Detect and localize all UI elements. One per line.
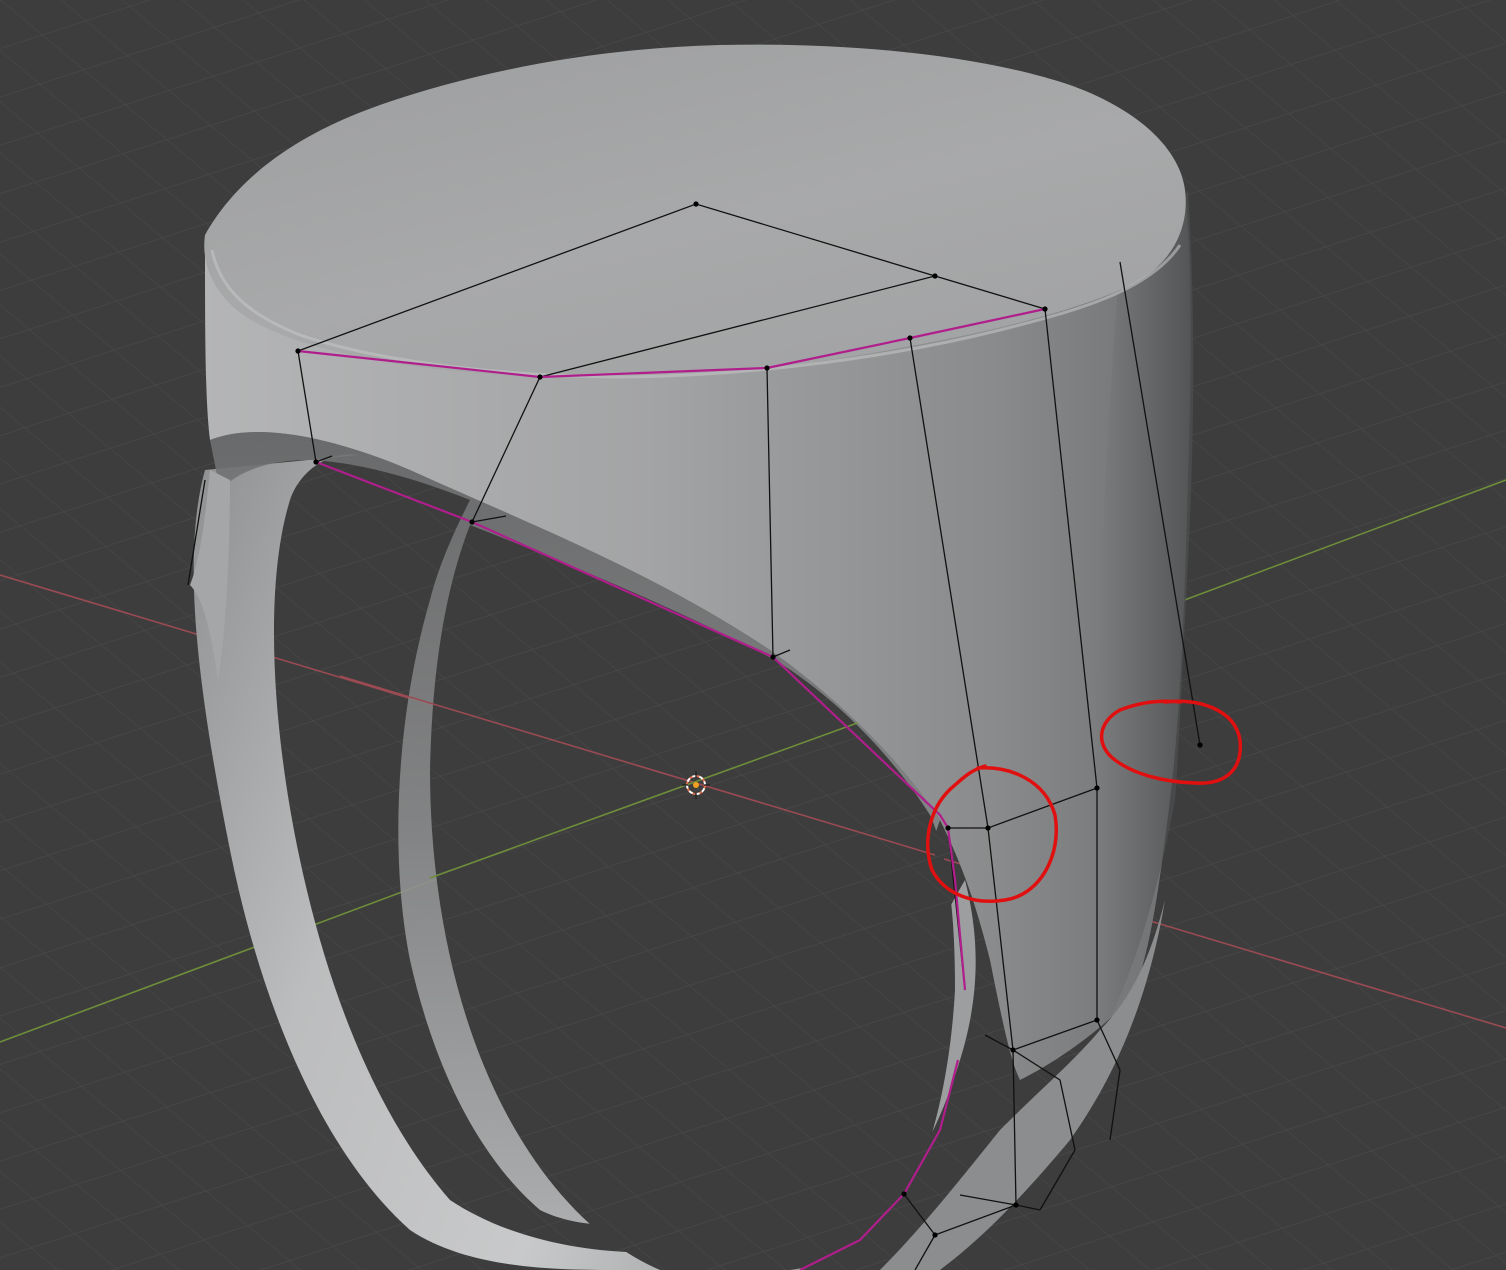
- origin-point-icon[interactable]: [693, 782, 699, 788]
- 3d-viewport[interactable]: [0, 0, 1506, 1270]
